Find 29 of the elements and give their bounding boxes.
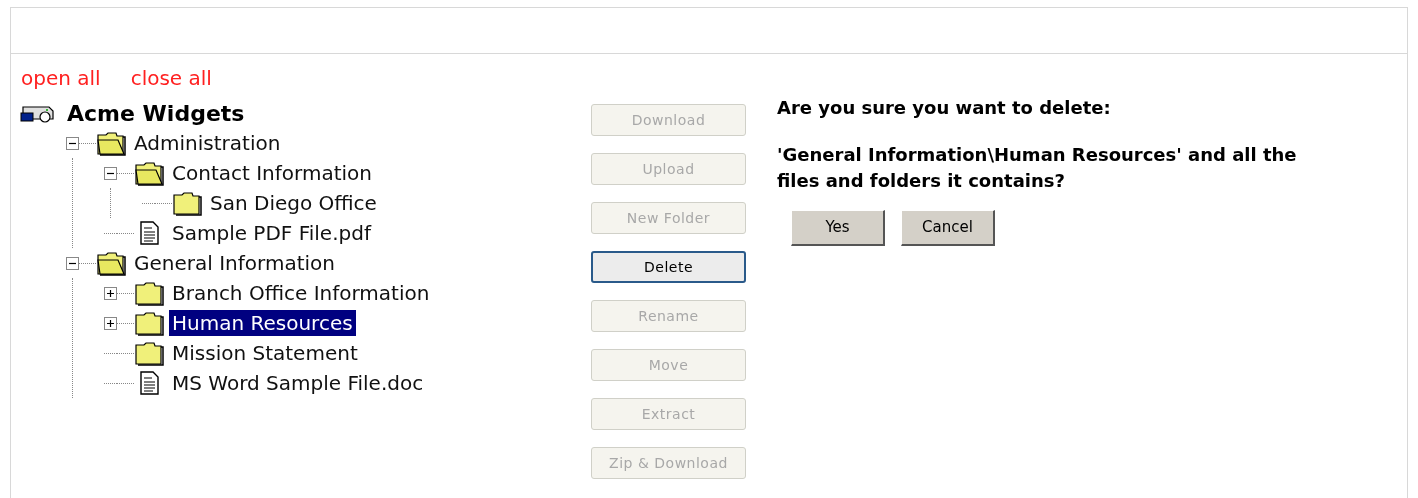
confirm-detail: 'General Information\Human Resources' and all the files and folders it contains? xyxy=(777,143,1298,193)
confirm-question: Are you sure you want to delete: xyxy=(777,96,1112,120)
tree-item[interactable]: General Information xyxy=(131,250,338,276)
tree-link[interactable]: close all xyxy=(130,66,212,90)
expand-icon[interactable] xyxy=(104,286,117,300)
folder-icon xyxy=(134,310,164,336)
dialog-button[interactable]: Cancel xyxy=(901,210,995,246)
tree-link[interactable]: open all xyxy=(21,66,101,90)
open-folder-icon xyxy=(134,160,164,186)
collapse-icon[interactable] xyxy=(104,166,117,180)
tree-item[interactable]: Human Resources xyxy=(169,310,356,336)
collapse-icon[interactable] xyxy=(66,256,79,270)
collapse-icon[interactable] xyxy=(66,136,79,150)
tree-item[interactable]: San Diego Office xyxy=(207,190,380,216)
action-button[interactable]: Delete xyxy=(591,251,746,283)
tree-item[interactable]: Administration xyxy=(131,130,284,156)
tree-item[interactable]: Mission Statement xyxy=(169,340,361,366)
tree-item[interactable]: MS Word Sample File.doc xyxy=(169,370,427,396)
open-folder-icon xyxy=(96,250,126,276)
tree-item[interactable]: Sample PDF File.pdf xyxy=(169,220,374,246)
folder-icon xyxy=(134,340,164,366)
dialog-button[interactable]: Yes xyxy=(791,210,885,246)
tree-root[interactable]: Acme Widgets xyxy=(67,96,245,130)
tree-item[interactable]: Contact Information xyxy=(169,160,375,186)
tree-item[interactable]: Branch Office Information xyxy=(169,280,433,306)
folder-icon xyxy=(134,280,164,306)
open-folder-icon xyxy=(96,130,126,156)
expand-icon[interactable] xyxy=(104,316,117,330)
folder-icon xyxy=(172,190,202,216)
